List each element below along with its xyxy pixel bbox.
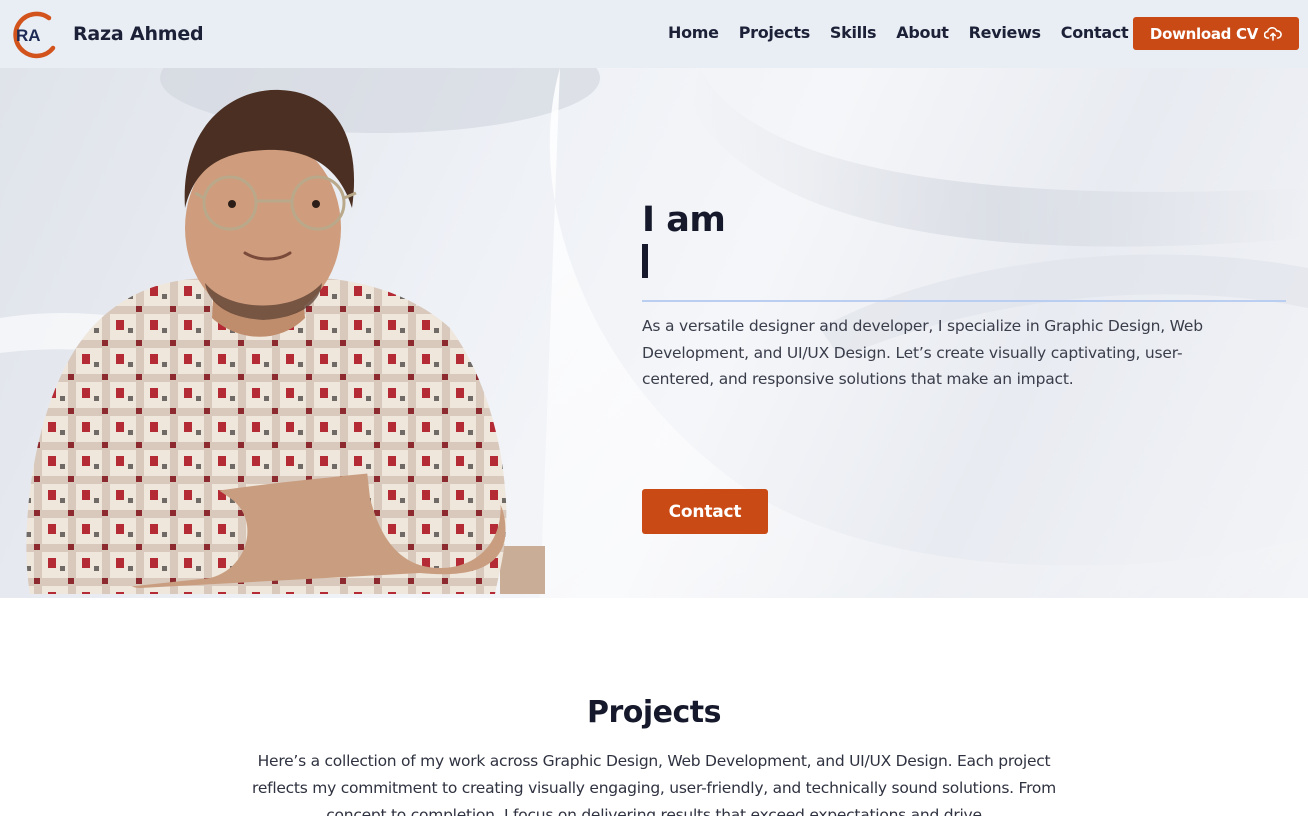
nav-about[interactable]: About (896, 22, 949, 44)
nav-skills[interactable]: Skills (830, 22, 877, 44)
logo[interactable]: RA (9, 8, 61, 60)
hero-description: As a versatile designer and developer, I… (642, 317, 1203, 388)
nav-home[interactable]: Home (668, 22, 719, 44)
download-cv-label: Download CV (1149, 24, 1259, 43)
hero-heading: I am (642, 200, 726, 240)
nav-projects[interactable]: Projects (739, 22, 811, 44)
projects-section: Projects Here’s a collection of my work … (0, 598, 1308, 816)
download-cv-button[interactable]: Download CV (1133, 17, 1299, 50)
hero-section: I am As a versatile designer and develop… (0, 68, 1308, 598)
cloud-download-icon (1264, 26, 1282, 41)
portrait-image (26, 89, 545, 594)
brand-name: Raza Ahmed (73, 23, 204, 45)
nav-contact[interactable]: Contact (1061, 22, 1129, 44)
hero-text: I am As a versatile designer and develop… (642, 200, 1287, 534)
nav-links: Home Projects Skills About Reviews Conta… (668, 22, 1148, 44)
contact-button[interactable]: Contact (642, 489, 768, 534)
nav-reviews[interactable]: Reviews (969, 22, 1041, 44)
logo-text: RA (16, 26, 41, 45)
projects-title: Projects (586, 695, 722, 730)
navbar: RA Raza Ahmed Home Projects Skills About… (0, 0, 1308, 68)
hero-divider (642, 300, 1286, 302)
projects-description: Here’s a collection of my work across Gr… (252, 752, 1056, 816)
brand[interactable]: RA Raza Ahmed (9, 8, 204, 60)
typing-caret (642, 244, 648, 278)
